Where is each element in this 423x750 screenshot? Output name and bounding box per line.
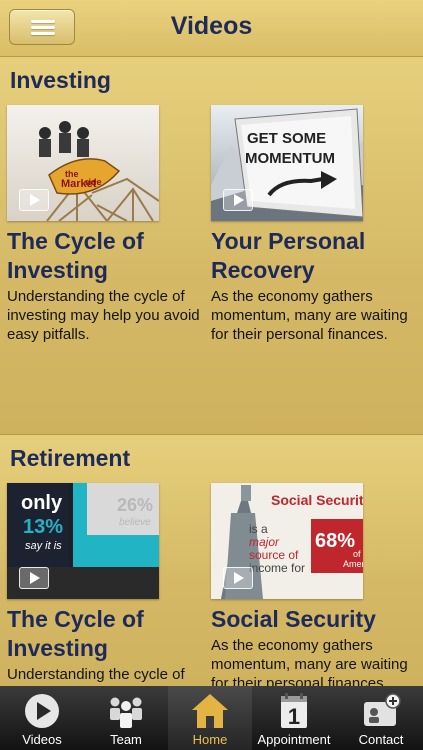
thumb-text: believe [119, 517, 151, 528]
video-description: Understanding the cycle of investing may… [7, 288, 200, 343]
thumb-text: major [249, 535, 280, 549]
video-card-cycle-of-investing[interactable]: the Market ride The Cycle of Investing U… [7, 105, 207, 344]
section-title: Investing [10, 67, 111, 93]
video-thumbnail[interactable]: GET SOME MOMENTUM [211, 105, 363, 221]
video-title[interactable]: The Cycle of Investing [7, 605, 207, 663]
thumb-text: say it is [25, 540, 62, 552]
contact-card-icon [364, 693, 401, 726]
page-title: Videos [170, 12, 253, 40]
video-card-cycle-of-investing-retirement[interactable]: only 13% say it is 26% believe The Cycle… [7, 483, 207, 687]
navigation-bar: Videos [0, 0, 423, 57]
thumb-text: income for [249, 561, 305, 575]
calendar-day: 1 [288, 704, 300, 729]
play-circle-icon [25, 694, 59, 728]
home-icon [192, 694, 228, 728]
thumb-text: MOMENTUM [245, 150, 335, 167]
tab-label: Home [192, 732, 228, 747]
calendar-icon: 1 [281, 693, 307, 729]
video-description: As the economy gathers momentum, many ar… [211, 288, 408, 343]
tab-label: Videos [22, 732, 62, 747]
tab-videos[interactable]: Videos [0, 686, 84, 750]
thumb-text: GET SOME [247, 130, 326, 147]
video-thumbnail[interactable]: the Market ride [7, 105, 159, 221]
thumb-text: 13% [23, 516, 63, 538]
video-title[interactable]: Your Personal Recovery [211, 227, 411, 285]
section-retirement: Retirement only 13% say it is 26% believ… [0, 434, 423, 687]
thumb-text: is a [249, 522, 268, 536]
tab-home[interactable]: Home [168, 686, 252, 750]
thumb-text: of [353, 549, 361, 559]
video-card-personal-recovery[interactable]: GET SOME MOMENTUM Your Personal Recovery… [211, 105, 411, 344]
thumb-text: Social Securit [271, 492, 363, 508]
thumb-text: source of [249, 548, 299, 562]
video-title[interactable]: The Cycle of Investing [7, 227, 207, 285]
tab-appointment[interactable]: 1 Appointment [252, 686, 336, 750]
play-icon[interactable] [19, 567, 49, 589]
thumb-text: 68% [315, 530, 355, 552]
thumb-text: 26% [117, 495, 153, 515]
team-icon [110, 697, 142, 728]
video-description: Understanding the cycle of investing may… [7, 666, 200, 687]
thumb-text: Americ [343, 559, 363, 569]
video-thumbnail[interactable]: only 13% say it is 26% believe [7, 483, 159, 599]
section-title: Retirement [10, 445, 131, 471]
thumb-text: only [21, 492, 63, 514]
video-card-social-security[interactable]: Social Securit is a major source of inco… [211, 483, 411, 687]
video-thumbnail[interactable]: Social Securit is a major source of inco… [211, 483, 363, 599]
tab-label: Team [110, 732, 142, 747]
tab-label: Appointment [257, 732, 331, 747]
play-icon[interactable] [223, 189, 253, 211]
play-icon[interactable] [19, 189, 49, 211]
tab-team[interactable]: Team [84, 686, 168, 750]
tab-contact[interactable]: Contact [339, 686, 423, 750]
video-title[interactable]: Social Security [211, 605, 411, 634]
thumb-text: ride [85, 177, 102, 187]
video-description: As the economy gathers momentum, many ar… [211, 637, 408, 687]
play-icon[interactable] [223, 567, 253, 589]
tab-bar: Videos Team Home 1 Appointment Contact [0, 686, 423, 750]
tab-label: Contact [358, 732, 404, 747]
section-investing: Investing the Market ride The Cycle of I… [0, 56, 423, 435]
